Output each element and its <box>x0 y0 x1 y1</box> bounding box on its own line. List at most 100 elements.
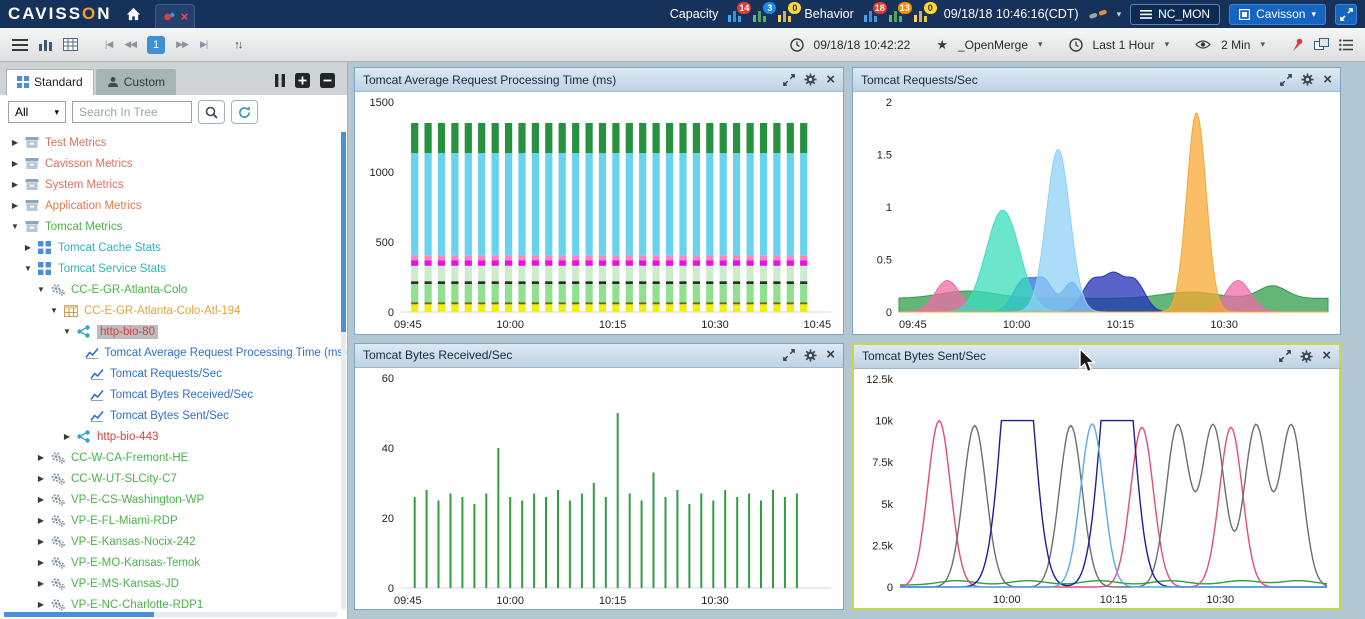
tree-item[interactable]: ▼Tomcat Metrics <box>6 216 347 237</box>
tree-item[interactable]: ▼ CC-E-GR-Atlanta-Colo <box>6 279 347 300</box>
pin-icon[interactable] <box>1291 37 1304 52</box>
tree-item-label[interactable]: CC-W-UT-SLCity-C7 <box>71 473 177 485</box>
tree-item-label[interactable]: CC-E-GR-Atlanta-Colo-Atl-194 <box>84 305 241 317</box>
tree-item[interactable]: ▶ System Metrics <box>6 174 347 195</box>
last-page-button[interactable]: ▶| <box>199 39 208 50</box>
tree-search-input[interactable] <box>72 101 192 123</box>
chart-area[interactable]: 02.5k5k7.5k10k12.5k10:0010:1510:30 <box>854 369 1339 609</box>
tree-expand-arrow-icon[interactable]: ▼ <box>62 327 72 336</box>
split-view-icon[interactable] <box>1314 38 1329 51</box>
tree-item-label[interactable]: Tomcat Bytes Sent/Sec <box>110 410 229 422</box>
tree-item-label[interactable]: VP-E-NC-Charlotte-RDP1 <box>71 599 203 611</box>
chart-area[interactable]: 05001000150009:4510:0010:1510:3010:45 <box>355 92 843 334</box>
tree-item-label[interactable]: VP-E-Kansas-Nocix-242 <box>71 536 196 548</box>
metric-alert-chart-icon[interactable]: 0 <box>913 6 931 22</box>
home-icon[interactable] <box>126 7 141 21</box>
tab-custom[interactable]: Custom <box>96 69 176 95</box>
merge-view-name[interactable]: _OpenMerge <box>958 38 1028 52</box>
tree-item[interactable]: ▼ http-bio-80 <box>6 321 347 342</box>
tree-expand-arrow-icon[interactable]: ▶ <box>36 474 46 483</box>
time-period-caret-icon[interactable]: ▾ <box>1165 40 1170 49</box>
settings-gear-icon[interactable] <box>1301 73 1314 86</box>
tree-item[interactable]: ▶ VP-E-CS-Washington-WP <box>6 489 347 510</box>
metric-alert-chart-icon[interactable]: 13 <box>888 6 906 22</box>
time-period-select[interactable]: Last 1 Hour <box>1093 38 1155 52</box>
panel-header[interactable]: Tomcat Average Request Processing Time (… <box>355 68 843 92</box>
tree-expand-arrow-icon[interactable]: ▶ <box>36 495 46 504</box>
tree-item-label[interactable]: Tomcat Requests/Sec <box>110 368 222 380</box>
chart-view-icon[interactable] <box>38 38 53 51</box>
tree-item[interactable]: ▼ Tomcat Service Stats <box>6 258 347 279</box>
tree-item-label[interactable]: Application Metrics <box>45 200 142 212</box>
session-tab-close-icon[interactable]: × <box>181 12 189 22</box>
tree-expand-arrow-icon[interactable]: ▶ <box>10 201 20 210</box>
tree-item[interactable]: ▼ CC-E-GR-Atlanta-Colo-Atl-194 <box>6 300 347 321</box>
tree-item-label[interactable]: Tomcat Cache Stats <box>58 242 161 254</box>
tree-expand-arrow-icon[interactable]: ▼ <box>10 222 20 231</box>
tree-item[interactable]: ▶ Application Metrics <box>6 195 347 216</box>
cavisson-dropdown-button[interactable]: Cavisson▾ <box>1229 4 1326 25</box>
remove-panel-button[interactable] <box>320 73 335 88</box>
tree-expand-arrow-icon[interactable]: ▶ <box>23 243 33 252</box>
tree-item-label[interactable]: VP-E-CS-Washington-WP <box>71 494 204 506</box>
close-icon[interactable]: × <box>826 349 835 361</box>
session-tab[interactable]: × <box>155 4 196 28</box>
tree-item[interactable]: ▶VP-E-MS-Kansas-JD <box>6 573 347 594</box>
pause-icon[interactable] <box>275 74 285 87</box>
tree-expand-arrow-icon[interactable]: ▶ <box>10 159 20 168</box>
first-page-button[interactable]: |◀ <box>104 39 113 50</box>
nc-mon-button[interactable]: NC_MON <box>1130 4 1220 25</box>
close-icon[interactable]: × <box>1323 74 1332 86</box>
settings-gear-icon[interactable] <box>804 349 817 362</box>
tree-expand-arrow-icon[interactable]: ▶ <box>36 579 46 588</box>
tree-item-label[interactable]: Tomcat Average Request Processing Time (… <box>104 347 347 359</box>
tree-item-label[interactable]: CC-E-GR-Atlanta-Colo <box>71 284 187 296</box>
settings-gear-icon[interactable] <box>1300 350 1313 363</box>
prev-page-button[interactable]: ◀◀ <box>123 39 137 50</box>
table-view-icon[interactable] <box>63 38 78 51</box>
tree-item-label[interactable]: http-bio-80 <box>97 325 158 339</box>
next-page-button[interactable]: ▶▶ <box>175 39 189 50</box>
broken-link-icon[interactable] <box>1088 7 1108 21</box>
tree-item[interactable]: Tomcat Bytes Sent/Sec <box>6 405 347 426</box>
panel-header[interactable]: Tomcat Bytes Sent/Sec× <box>854 345 1339 369</box>
maximize-icon[interactable] <box>1279 350 1291 362</box>
tree-item-label[interactable]: Tomcat Bytes Received/Sec <box>110 389 253 401</box>
tree-item-label[interactable]: VP-E-FL-Miami-RDP <box>71 515 178 527</box>
tree-vertical-scrollbar[interactable] <box>341 132 346 609</box>
tree-item[interactable]: ▶ CC-W-UT-SLCity-C7 <box>6 468 347 489</box>
tree-filter-select[interactable]: All▾ <box>8 101 66 123</box>
tree-item[interactable]: Tomcat Requests/Sec <box>6 363 347 384</box>
tree-item[interactable]: ▶CC-W-CA-Fremont-HE <box>6 447 347 468</box>
panel-header[interactable]: Tomcat Requests/Sec× <box>853 68 1340 92</box>
tree-expand-arrow-icon[interactable]: ▼ <box>36 285 46 294</box>
tree-expand-arrow-icon[interactable]: ▶ <box>62 432 72 441</box>
metric-alert-chart-icon[interactable]: 0 <box>777 6 795 22</box>
close-icon[interactable]: × <box>1322 350 1331 362</box>
menu-icon[interactable] <box>12 39 28 51</box>
tree-item-label[interactable]: http-bio-443 <box>97 431 158 443</box>
tree-item-label[interactable]: Tomcat Service Stats <box>58 263 166 275</box>
tree-item[interactable]: Tomcat Bytes Received/Sec <box>6 384 347 405</box>
tree-item[interactable]: ▶ VP-E-Kansas-Nocix-242 <box>6 531 347 552</box>
tree-item[interactable]: ▶ Tomcat Cache Stats <box>6 237 347 258</box>
tree-expand-arrow-icon[interactable]: ▶ <box>10 138 20 147</box>
settings-gear-icon[interactable] <box>804 73 817 86</box>
chart-area[interactable]: 00.511.5209:4510:0010:1510:30 <box>853 92 1340 334</box>
tree-item-label[interactable]: System Metrics <box>45 179 124 191</box>
tree-expand-arrow-icon[interactable]: ▼ <box>23 264 33 273</box>
tree-expand-arrow-icon[interactable]: ▶ <box>36 537 46 546</box>
tree-item-label[interactable]: Test Metrics <box>45 137 106 149</box>
tree-item[interactable]: ▶ http-bio-443 <box>6 426 347 447</box>
tree-item[interactable]: ▶VP-E-MO-Kansas-Temok <box>6 552 347 573</box>
tree-expand-arrow-icon[interactable]: ▼ <box>49 306 59 315</box>
favorite-star-icon[interactable]: ★ <box>936 37 948 53</box>
merge-caret-icon[interactable]: ▾ <box>1038 40 1043 49</box>
metric-alert-chart-icon[interactable]: 14 <box>727 6 745 22</box>
list-view-icon[interactable] <box>1339 39 1353 51</box>
maximize-icon[interactable] <box>1280 74 1292 86</box>
maximize-icon[interactable] <box>783 74 795 86</box>
tree-expand-arrow-icon[interactable]: ▶ <box>10 180 20 189</box>
interval-caret-icon[interactable]: ▾ <box>1260 40 1265 49</box>
refresh-button[interactable] <box>231 100 258 124</box>
